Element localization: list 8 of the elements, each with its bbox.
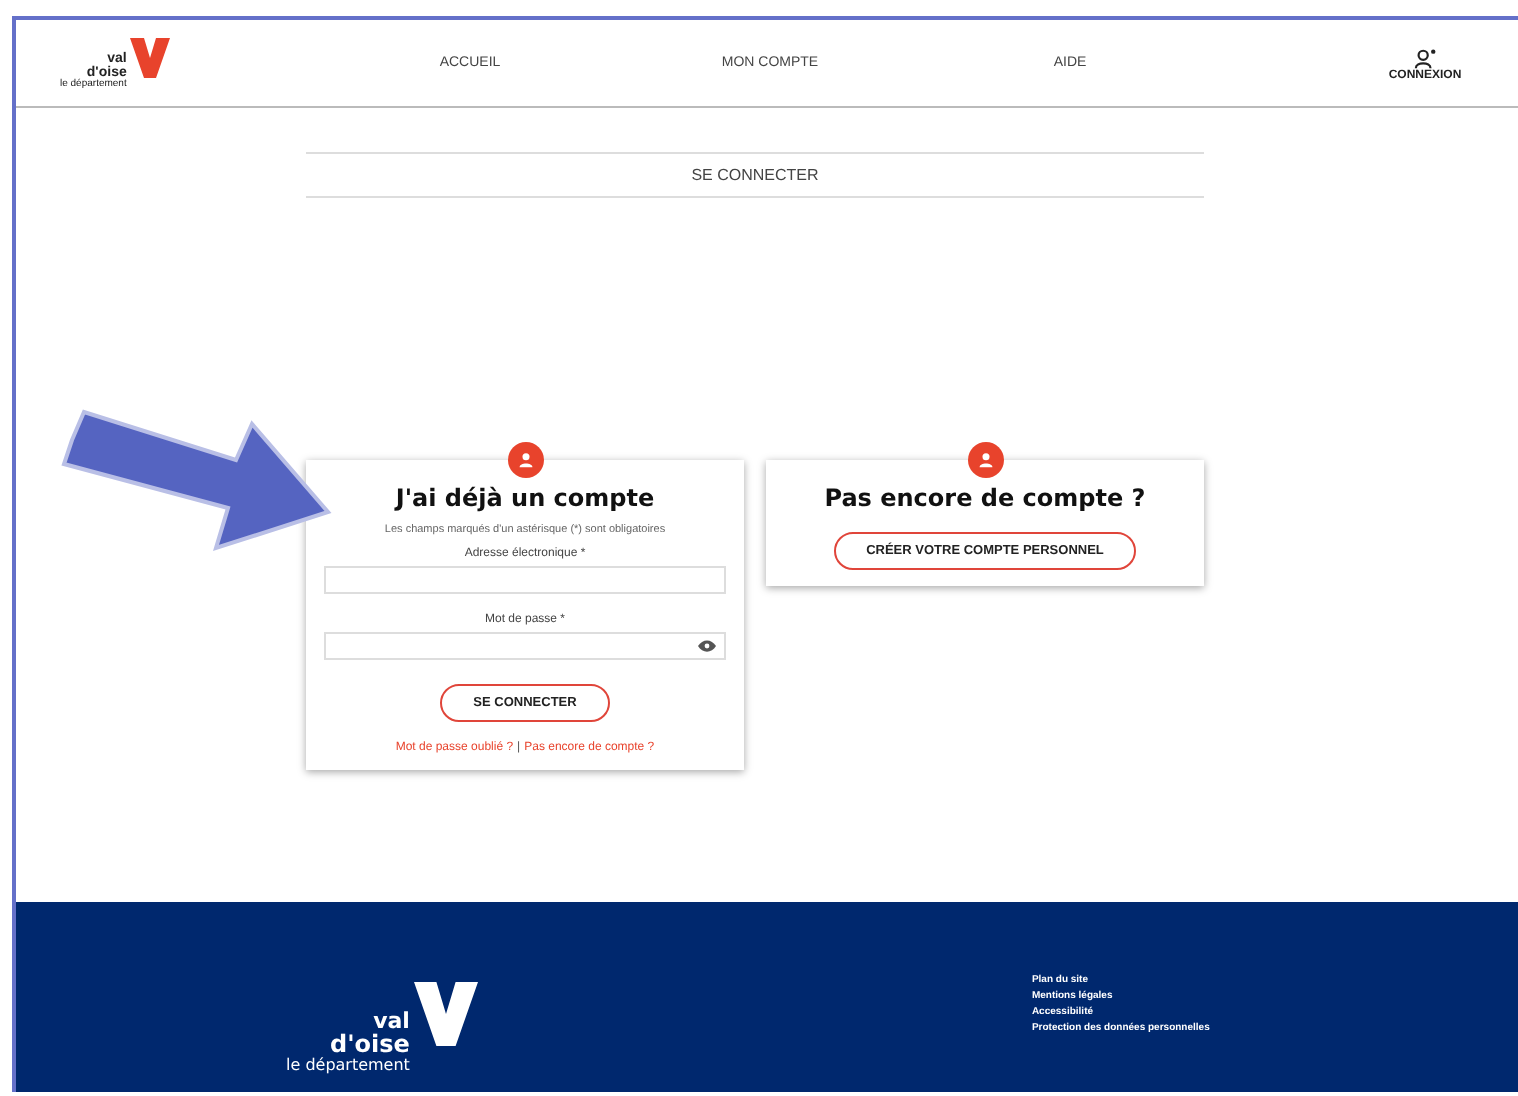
- password-field[interactable]: [324, 632, 726, 660]
- eye-icon[interactable]: [698, 640, 716, 652]
- email-field[interactable]: [324, 566, 726, 594]
- page-heading-tab[interactable]: SE CONNECTER: [691, 166, 819, 184]
- user-add-icon: [1414, 44, 1436, 66]
- card-title: J'ai déjà un compte: [395, 484, 655, 512]
- card-title: Pas encore de compte ?: [824, 484, 1146, 512]
- logo[interactable]: val d'oise le département: [286, 978, 478, 1074]
